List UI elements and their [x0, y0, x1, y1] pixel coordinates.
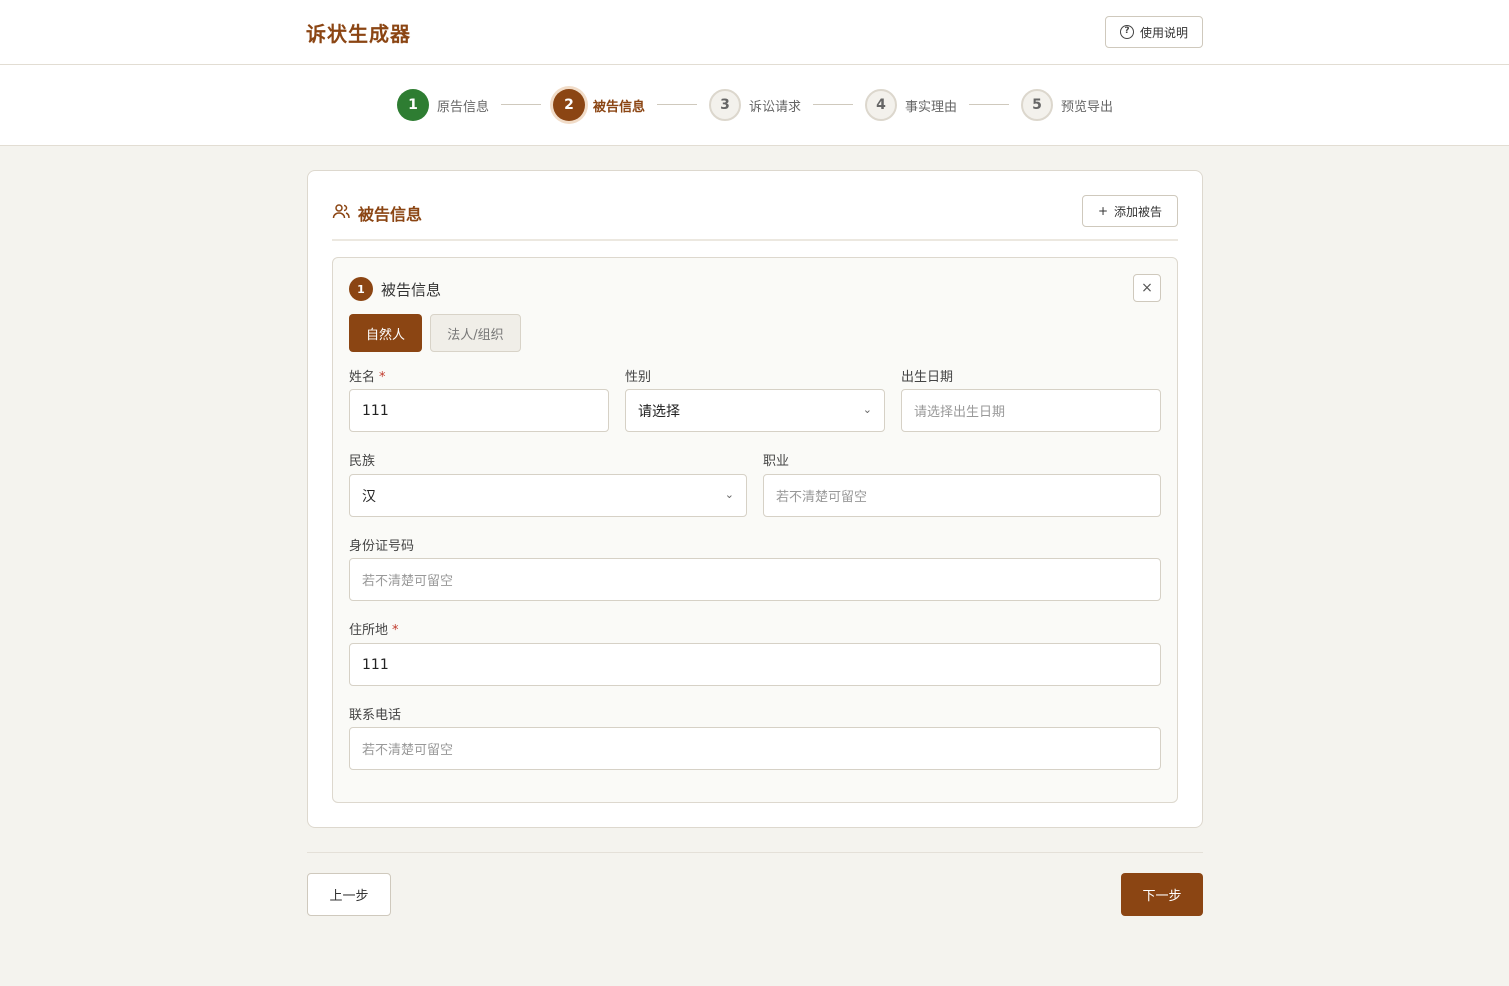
occupation-label: 职业 [763, 454, 790, 469]
app-title: 诉状生成器 [306, 22, 411, 46]
step-2-label: 被告信息 [593, 99, 646, 115]
top-bar: 诉状生成器 ? 使用说明 [0, 0, 1509, 65]
plus-icon: + [1097, 204, 1109, 218]
ethnicity-select[interactable]: 汉 ⌄ [349, 474, 747, 517]
step-3[interactable]: 3 诉讼请求 [709, 89, 801, 121]
phone-input[interactable]: 若不清楚可留空 [349, 727, 1161, 770]
address-input[interactable]: 111 [349, 643, 1161, 686]
name-label-text: 姓名 [349, 370, 376, 385]
ethnicity-label: 民族 [349, 454, 376, 469]
step-connector [813, 104, 853, 105]
step-4[interactable]: 4 事实理由 [865, 89, 957, 121]
step-4-number: 4 [865, 89, 897, 121]
step-4-label: 事实理由 [905, 99, 958, 115]
chevron-down-icon: ⌄ [862, 403, 872, 416]
required-marker: * [392, 623, 399, 638]
step-1-number: 1 [397, 89, 429, 121]
birthdate-label: 出生日期 [901, 370, 954, 385]
tab-natural-person[interactable]: 自然人 [349, 314, 422, 352]
defendant-section-card: 被告信息 + 添加被告 1 被告信息 × 自然人 法人/组织 姓名 * 111 性… [307, 170, 1203, 828]
required-marker: * [379, 370, 386, 385]
step-1[interactable]: 1 原告信息 [397, 89, 489, 121]
step-1-label: 原告信息 [437, 99, 490, 115]
step-2-number: 2 [553, 89, 585, 121]
chevron-down-icon: ⌄ [724, 488, 734, 501]
defendant-entry-header: 1 被告信息 [349, 277, 441, 301]
id-number-label: 身份证号码 [349, 539, 415, 554]
section-title-text: 被告信息 [358, 205, 423, 224]
step-2[interactable]: 2 被告信息 [553, 89, 645, 121]
footer-divider [307, 852, 1203, 853]
id-number-input[interactable]: 若不清楚可留空 [349, 558, 1161, 601]
step-connector [501, 104, 541, 105]
gender-label: 性别 [625, 370, 652, 385]
address-label-text: 住所地 [349, 623, 389, 638]
birthdate-input[interactable]: 请选择出生日期 [901, 389, 1161, 432]
step-3-label: 诉讼请求 [749, 99, 802, 115]
ethnicity-select-value: 汉 [362, 488, 376, 505]
step-connector [657, 104, 697, 105]
section-title: 被告信息 [332, 201, 422, 225]
help-circle-icon: ? [1119, 25, 1134, 39]
gender-select[interactable]: 请选择 ⌄ [625, 389, 885, 432]
step-5[interactable]: 5 预览导出 [1021, 89, 1113, 121]
users-icon [332, 202, 350, 224]
name-label: 姓名 * [349, 366, 386, 385]
defendant-number-badge: 1 [349, 277, 373, 301]
remove-defendant-button[interactable]: × [1133, 274, 1161, 302]
next-step-button[interactable]: 下一步 [1121, 873, 1203, 916]
phone-label: 联系电话 [349, 708, 402, 723]
defendant-entry-title: 被告信息 [381, 280, 442, 299]
defendant-entry: 1 被告信息 × 自然人 法人/组织 姓名 * 111 性别 请选择 ⌄ 出生日期… [332, 257, 1178, 803]
help-button-label: 使用说明 [1139, 25, 1188, 40]
previous-step-button[interactable]: 上一步 [307, 873, 391, 916]
gender-select-value: 请选择 [638, 403, 680, 420]
section-header: 被告信息 + 添加被告 [332, 195, 1178, 241]
occupation-input[interactable]: 若不清楚可留空 [763, 474, 1161, 517]
address-label: 住所地 * [349, 619, 399, 638]
name-input[interactable]: 111 [349, 389, 609, 432]
step-indicator: 1 原告信息 2 被告信息 3 诉讼请求 4 事实理由 5 预览导出 [0, 65, 1509, 146]
tab-legal-entity[interactable]: 法人/组织 [430, 314, 521, 352]
step-3-number: 3 [709, 89, 741, 121]
add-defendant-button[interactable]: + 添加被告 [1082, 195, 1178, 227]
help-button[interactable]: ? 使用说明 [1105, 16, 1203, 48]
step-connector [969, 104, 1009, 105]
close-icon: × [1141, 280, 1153, 296]
step-5-label: 预览导出 [1061, 99, 1114, 115]
step-5-number: 5 [1021, 89, 1053, 121]
add-defendant-label: 添加被告 [1114, 204, 1163, 219]
